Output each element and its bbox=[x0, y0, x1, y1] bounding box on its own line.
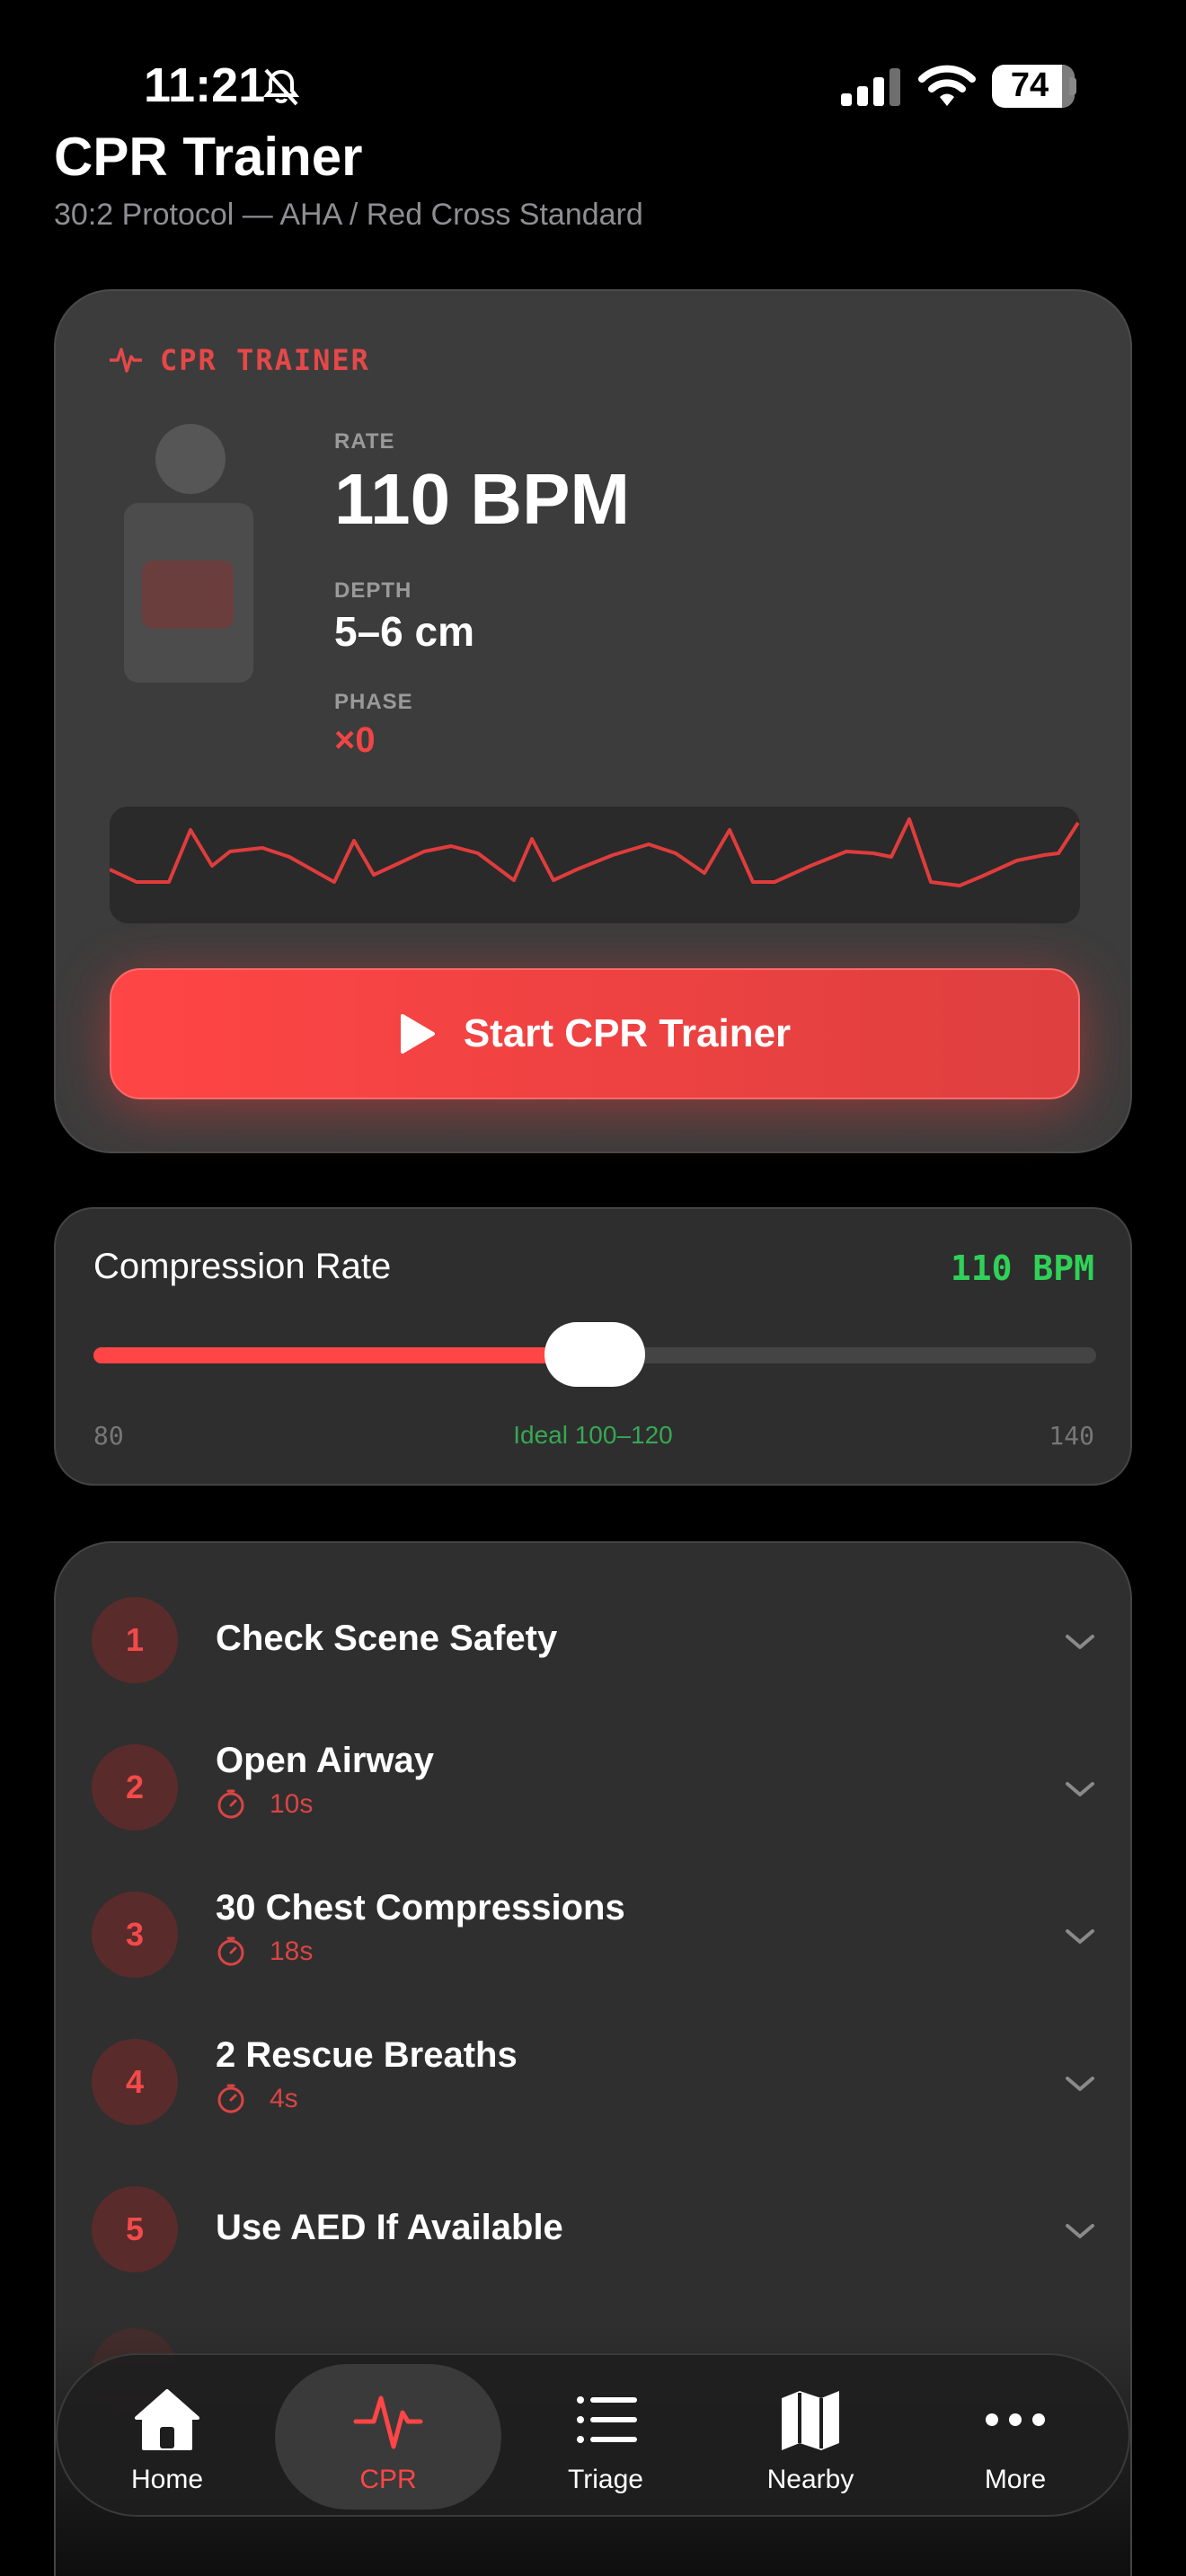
tab-nearby[interactable]: Nearby bbox=[708, 2364, 913, 2510]
ellipsis-icon bbox=[986, 2413, 1045, 2426]
step-duration: 10s bbox=[216, 1789, 313, 1820]
chevron-down-icon[interactable] bbox=[1062, 2073, 1098, 2095]
trainer-header: CPR TRAINER bbox=[110, 343, 370, 377]
step-title: Check Scene Safety bbox=[216, 1619, 558, 1658]
phase-label: PHASE bbox=[334, 690, 413, 714]
tab-label: Home bbox=[130, 2465, 204, 2494]
chevron-down-icon[interactable] bbox=[1062, 1926, 1098, 1947]
step-number: 5 bbox=[92, 2186, 178, 2272]
tab-label: More bbox=[984, 2465, 1047, 2494]
compression-waveform bbox=[110, 807, 1080, 923]
tab-cpr[interactable]: CPR bbox=[275, 2364, 501, 2510]
step-title: 2 Rescue Breaths bbox=[216, 2035, 518, 2075]
wifi-icon bbox=[918, 65, 976, 106]
step-title: Use AED If Available bbox=[216, 2208, 563, 2247]
step-item-4[interactable]: 4 2 Rescue Breaths 4s bbox=[56, 1985, 1130, 2132]
step-number: 2 bbox=[92, 1744, 178, 1831]
step-number: 4 bbox=[92, 2039, 178, 2125]
chevron-down-icon[interactable] bbox=[1062, 2220, 1098, 2242]
house-icon bbox=[135, 2389, 199, 2450]
tab-home[interactable]: Home bbox=[65, 2364, 270, 2510]
rate-max-label: 140 bbox=[1049, 1421, 1094, 1451]
rate-label: RATE bbox=[334, 429, 395, 454]
rate-value: 110 BPM bbox=[334, 459, 631, 539]
trainer-label: CPR TRAINER bbox=[160, 343, 370, 377]
slider-thumb[interactable] bbox=[544, 1322, 645, 1387]
heartbeat-icon bbox=[110, 348, 142, 373]
manikin-torso bbox=[124, 503, 253, 683]
start-button-label: Start CPR Trainer bbox=[463, 1011, 792, 1055]
slider-fill bbox=[93, 1347, 595, 1363]
tab-bar: Home CPR Triage Nearby More bbox=[56, 2353, 1130, 2517]
step-item-5[interactable]: 5 Use AED If Available bbox=[56, 2132, 1130, 2280]
tab-triage[interactable]: Triage bbox=[503, 2364, 708, 2510]
step-duration: 18s bbox=[216, 1936, 313, 1967]
chevron-down-icon[interactable] bbox=[1062, 1631, 1098, 1653]
step-item-3[interactable]: 3 30 Chest Compressions 18s bbox=[56, 1838, 1130, 1985]
timer-icon bbox=[217, 1789, 244, 1819]
phase-value: ×0 bbox=[334, 720, 376, 760]
battery-indicator: 74 bbox=[992, 65, 1075, 108]
step-duration-text: 4s bbox=[270, 2084, 298, 2113]
start-cpr-trainer-button[interactable]: Start CPR Trainer bbox=[110, 968, 1080, 1099]
manikin-head bbox=[155, 424, 226, 494]
cpr-trainer-card: CPR TRAINER RATE 110 BPM DEPTH 5–6 cm PH… bbox=[54, 289, 1132, 1153]
tab-label: CPR bbox=[359, 2465, 417, 2494]
step-number: 1 bbox=[92, 1597, 178, 1683]
manikin-illustration bbox=[124, 424, 259, 684]
battery-cap bbox=[1069, 77, 1076, 95]
rate-ideal-label: Ideal 100–120 bbox=[513, 1421, 673, 1449]
compression-rate-card: Compression Rate 110 BPM 80 Ideal 100–12… bbox=[54, 1207, 1132, 1486]
step-number: 3 bbox=[92, 1892, 178, 1978]
page-title: CPR Trainer bbox=[54, 127, 363, 187]
step-duration: 4s bbox=[216, 2084, 298, 2114]
play-icon bbox=[400, 1014, 435, 1054]
step-item-1[interactable]: 1 Check Scene Safety bbox=[56, 1543, 1130, 1690]
step-title: 30 Chest Compressions bbox=[216, 1888, 625, 1928]
list-icon bbox=[577, 2396, 637, 2443]
map-icon bbox=[782, 2391, 839, 2450]
step-duration-text: 18s bbox=[270, 1936, 314, 1966]
tab-more[interactable]: More bbox=[913, 2364, 1118, 2510]
heartbeat-icon bbox=[353, 2395, 423, 2449]
page-subtitle: 30:2 Protocol — AHA / Red Cross Standard bbox=[54, 198, 643, 232]
tab-label: Triage bbox=[568, 2465, 643, 2494]
step-item-2[interactable]: 2 Open Airway 10s bbox=[56, 1690, 1130, 1838]
tab-label: Nearby bbox=[766, 2465, 854, 2494]
compression-rate-title: Compression Rate bbox=[93, 1247, 392, 1286]
step-title: Open Airway bbox=[216, 1741, 435, 1780]
battery-level: 74 bbox=[1010, 66, 1049, 104]
manikin-chest-target bbox=[142, 560, 234, 629]
compression-rate-value: 110 BPM bbox=[950, 1248, 1094, 1288]
bell-slash-icon bbox=[262, 68, 300, 106]
timer-icon bbox=[217, 2084, 244, 2113]
depth-label: DEPTH bbox=[334, 578, 412, 603]
cellular-signal-icon bbox=[841, 68, 900, 106]
status-time: 11:21 bbox=[144, 58, 266, 112]
step-duration-text: 10s bbox=[270, 1789, 314, 1819]
timer-icon bbox=[217, 1936, 244, 1966]
chevron-down-icon[interactable] bbox=[1062, 1778, 1098, 1800]
depth-value: 5–6 cm bbox=[334, 608, 475, 655]
